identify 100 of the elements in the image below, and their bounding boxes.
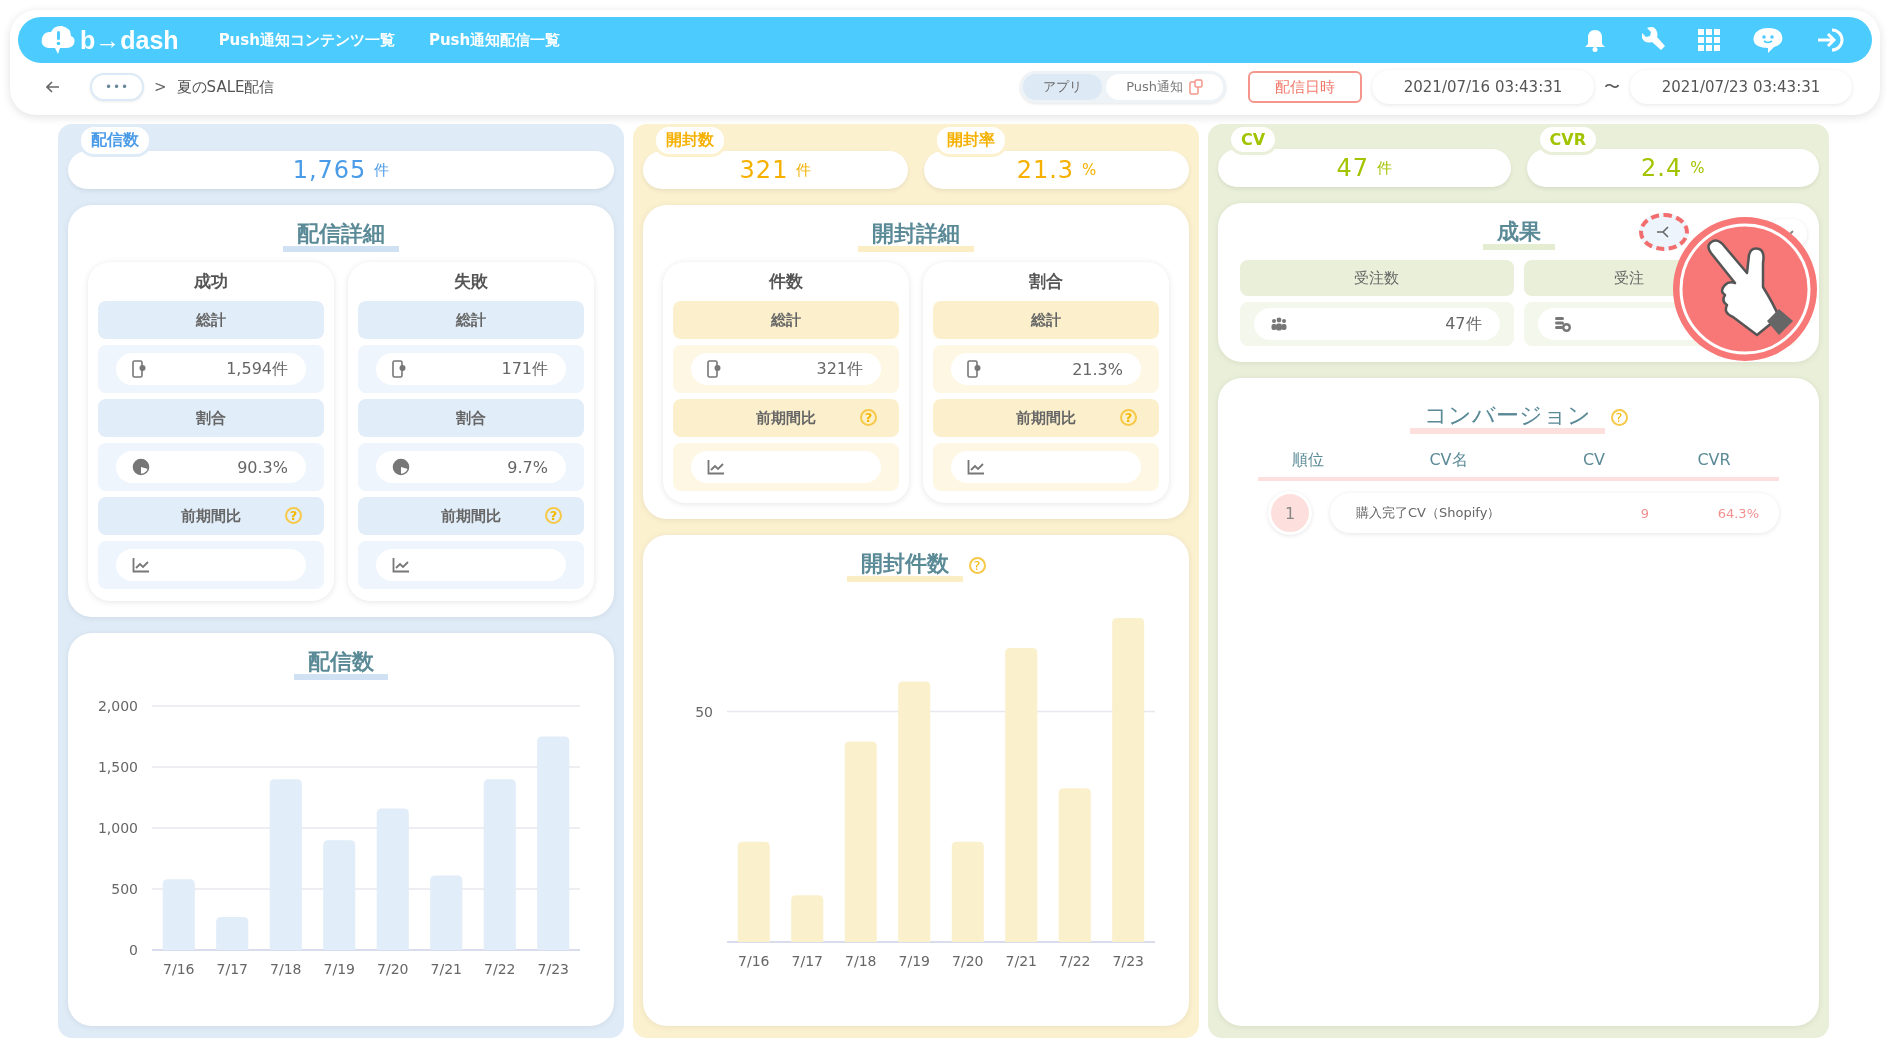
axis-label: 2,000	[97, 698, 138, 714]
help-icon[interactable]: ?	[860, 409, 877, 426]
metric-value: 1,594件	[226, 358, 288, 380]
axis-label: 7/22	[484, 961, 516, 977]
axis-label: 7/16	[163, 961, 195, 977]
row-header: 割合	[98, 399, 324, 437]
axis-label: 7/23	[1112, 953, 1144, 969]
people-icon	[1270, 317, 1288, 331]
bar	[216, 917, 249, 950]
metric-value: 47件	[1445, 313, 1482, 335]
metric-value: 21.3%	[1072, 359, 1123, 379]
panel-title: 配信数	[294, 647, 388, 680]
pie-chart-icon	[132, 458, 150, 476]
phone-icon	[392, 360, 406, 378]
more-button[interactable]: •••	[90, 73, 144, 101]
axis-label: 7/20	[377, 961, 409, 977]
column-header: CV	[1581, 450, 1607, 471]
phone-icon	[707, 360, 721, 378]
tile-header: 受注数	[1240, 260, 1514, 296]
cv-name: 購入完了CV（Shopify）	[1356, 504, 1502, 522]
chat-face-icon[interactable]	[1752, 26, 1784, 54]
back-arrow-icon[interactable]	[46, 81, 60, 93]
help-icon[interactable]: ?	[285, 507, 302, 524]
axis-label: 7/20	[952, 953, 984, 969]
axis-label: 7/19	[323, 961, 355, 977]
row-header: 前期間比 ?	[673, 399, 899, 437]
axis-label: 7/16	[738, 953, 770, 969]
card-title: 割合	[1029, 270, 1063, 293]
metric-value: 321件	[816, 358, 863, 380]
kpi-value: 321 件	[643, 151, 908, 189]
date-type-button[interactable]: 配信日時	[1248, 71, 1362, 103]
cloud-logo-icon	[40, 24, 76, 56]
cv-count: 9	[1639, 505, 1649, 521]
kpi-value: 47 件	[1218, 149, 1511, 187]
breadcrumb-separator: >	[154, 78, 167, 96]
axis-label: 7/19	[898, 953, 930, 969]
metric-value: 171件	[501, 358, 548, 380]
range-separator: 〜	[1604, 76, 1620, 98]
pie-chart-icon	[392, 458, 410, 476]
axis-label: 500	[111, 881, 138, 897]
bell-icon[interactable]	[1584, 28, 1606, 52]
axis-label: 7/18	[845, 953, 877, 969]
grid-menu-icon[interactable]	[1698, 29, 1720, 51]
metric-value: 9.7%	[507, 457, 548, 477]
kpi-label: 開封率	[934, 124, 1008, 157]
panel-title: 配信詳細	[283, 219, 399, 252]
help-icon[interactable]: ?	[1120, 409, 1137, 426]
nav-link[interactable]: Push通知コンテンツ一覧	[218, 30, 395, 50]
kpi-label: 配信数	[78, 124, 152, 157]
coins-icon	[1553, 315, 1572, 333]
card-title: 成功	[194, 270, 228, 293]
axis-label: 7/23	[537, 961, 569, 977]
panel-title: 成果	[1482, 217, 1555, 250]
phone-icon	[967, 360, 981, 378]
axis-label: 1,500	[97, 759, 138, 775]
toggle-tab[interactable]: アプリ	[1023, 74, 1103, 100]
axis-label: 7/21	[1005, 953, 1037, 969]
kpi-value: 21.3 %	[924, 151, 1189, 189]
axis-label: 1,000	[97, 820, 138, 836]
row-header: 総計	[358, 301, 584, 339]
row-header: 前期間比 ?	[358, 497, 584, 535]
breadcrumb-current: 夏のSALE配信	[176, 77, 275, 97]
help-icon[interactable]: ?	[1610, 408, 1628, 426]
nav-link[interactable]: Push通知配信一覧	[428, 30, 561, 50]
axis-label: 0	[129, 942, 138, 958]
row-header: 割合	[358, 399, 584, 437]
bar	[791, 895, 824, 942]
column-header: CV名	[1428, 450, 1469, 471]
axis-label: 7/17	[791, 953, 823, 969]
card-title: 件数	[769, 270, 803, 293]
kpi-label: 開封数	[653, 124, 727, 157]
line-chart-icon	[707, 459, 725, 475]
axis-label: 7/18	[270, 961, 302, 977]
column-header: 順位	[1291, 450, 1325, 471]
toggle-tab[interactable]: Push通知	[1106, 74, 1223, 100]
metric-value: 90.3%	[237, 457, 288, 477]
axis-label: 7/17	[216, 961, 248, 977]
logout-icon[interactable]	[1816, 27, 1846, 53]
share-button[interactable]	[1639, 213, 1689, 251]
axis-label: 7/21	[430, 961, 462, 977]
help-icon[interactable]: ?	[545, 507, 562, 524]
date-field[interactable]: 2021/07/23 03:43:31	[1630, 70, 1852, 104]
logo-text: b→dash	[80, 25, 179, 55]
card-title: 失敗	[454, 270, 488, 293]
phone-notification-icon	[1189, 79, 1203, 95]
row-header: 前期間比 ?	[933, 399, 1159, 437]
row-header: 総計	[673, 301, 899, 339]
axis-label: 7/22	[1059, 953, 1091, 969]
line-chart-icon	[132, 557, 150, 573]
phone-icon	[132, 360, 146, 378]
date-field[interactable]: 2021/07/16 03:43:31	[1372, 70, 1594, 104]
help-icon[interactable]: ?	[968, 557, 986, 574]
line-chart-icon	[967, 459, 985, 475]
line-chart-icon	[392, 557, 410, 573]
row-header: 前期間比 ?	[98, 497, 324, 535]
table-row[interactable]: 購入完了CV（Shopify） 9 64.3%	[1330, 493, 1779, 533]
share-icon	[1656, 225, 1672, 239]
axis-label: 50	[695, 703, 713, 720]
kpi-value: 2.4 %	[1526, 149, 1819, 187]
row-header: 総計	[933, 301, 1159, 339]
